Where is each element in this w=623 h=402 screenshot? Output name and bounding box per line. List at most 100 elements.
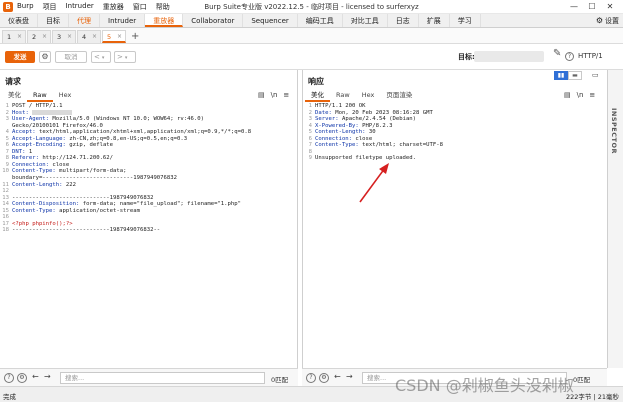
close-icon[interactable]: ✕ <box>601 0 619 14</box>
repeater-tab-label: 1 <box>7 33 12 41</box>
menu-intruder[interactable]: Intruder <box>66 2 94 12</box>
header-value: 222 <box>65 181 76 188</box>
target-label: 目标: <box>458 53 475 61</box>
header-value: application/octet-stream <box>59 207 140 214</box>
menu-repeater[interactable]: 重放器 <box>103 2 124 12</box>
tab-pretty[interactable]: 美化 <box>305 90 330 102</box>
forward-label: > <box>117 53 123 61</box>
tab-collaborator[interactable]: Collaborator <box>183 14 244 27</box>
repeater-tab-5[interactable]: 5 × <box>102 30 126 43</box>
repeater-tab-1[interactable]: 1 × <box>2 30 26 43</box>
tab-extensions[interactable]: 扩展 <box>419 14 450 27</box>
status-text: 完成 <box>3 393 16 401</box>
tool-tabs: 仪表盘 目标 代理 Intruder 重放器 Collaborator Sequ… <box>0 14 623 28</box>
tab-proxy[interactable]: 代理 <box>69 14 100 27</box>
line-number: 18 <box>2 227 9 234</box>
newline-icon[interactable]: \n <box>271 90 278 101</box>
settings-label: 设置 <box>605 17 619 25</box>
tab-target[interactable]: 目标 <box>38 14 69 27</box>
repeater-tab-4[interactable]: 4 × <box>77 30 101 43</box>
annotation-arrow <box>359 163 389 203</box>
tab-render[interactable]: 页面渲染 <box>380 90 418 102</box>
http-version[interactable]: HTTP/1 <box>578 52 603 60</box>
header-value: gzip, deflate <box>69 142 114 149</box>
cancel-button[interactable]: 取消 <box>55 51 87 63</box>
close-tab-icon[interactable]: × <box>92 31 97 43</box>
response-pane: 响应 美化 Raw Hex 页面渲染 ▤ \n ≡ 1 HTTP/1.1 200 … <box>302 70 607 368</box>
arrow-left-icon[interactable]: ← <box>334 372 341 381</box>
settings-button[interactable]: ⚙ 设置 <box>596 14 619 28</box>
repeater-tab-3[interactable]: 3 × <box>52 30 76 43</box>
gear-icon[interactable]: ⚙ <box>319 373 329 383</box>
menu-project[interactable]: 项目 <box>43 2 57 12</box>
match-count: 0匹配 <box>573 376 591 384</box>
inspector-label: INSPECTOR <box>610 108 618 154</box>
code-line: 18 -----------------------------198794907… <box>0 227 297 234</box>
watermark: CSDN @剁椒鱼头没剁椒 <box>395 376 574 395</box>
help-icon[interactable]: ? <box>565 52 574 61</box>
send-button[interactable]: 发送 <box>5 51 35 63</box>
minimize-icon[interactable]: — <box>565 0 583 14</box>
tab-sequencer[interactable]: Sequencer <box>243 14 298 27</box>
arrow-right-icon[interactable]: → <box>346 372 353 381</box>
add-tab-button[interactable]: + <box>131 30 139 43</box>
request-editor[interactable]: 1 POST / HTTP/1.1 2 Host: 3 User-Agent: Mozi… <box>0 103 297 368</box>
arrow-left-icon[interactable]: ← <box>32 372 39 381</box>
menu-icon[interactable]: ≡ <box>589 90 595 101</box>
tab-repeater[interactable]: 重放器 <box>145 14 184 27</box>
tab-hex[interactable]: Hex <box>53 90 78 102</box>
menu-help[interactable]: 帮助 <box>156 2 170 12</box>
close-tab-icon[interactable]: × <box>17 31 22 43</box>
tab-learn[interactable]: 学习 <box>450 14 481 27</box>
target-field[interactable] <box>474 51 544 62</box>
menu-bar: Burp 项目 Intruder 重放器 窗口 帮助 <box>17 2 179 12</box>
close-tab-icon[interactable]: × <box>67 31 72 43</box>
response-editor[interactable]: 1 HTTP/1.1 200 OK 2 Date: Mon, 20 Feb 2023 … <box>303 103 607 368</box>
request-pane: 请求 美化 Raw Hex ▤ \n ≡ 1 POST / HTTP/1.1 2 Ho… <box>0 70 298 368</box>
menu-icon[interactable]: ≡ <box>283 90 289 101</box>
tab-decoder[interactable]: 编码工具 <box>298 14 343 27</box>
header-key: Content-Type: <box>315 142 363 149</box>
line-number: 9 <box>308 155 312 162</box>
close-tab-icon[interactable]: × <box>117 31 122 43</box>
request-title: 请求 <box>5 77 21 86</box>
repeater-tab-2[interactable]: 2 × <box>27 30 51 43</box>
split-horizontal-icon[interactable]: ▮▮ <box>554 71 568 80</box>
wrap-icon[interactable]: ▤ <box>258 90 265 101</box>
tab-raw[interactable]: Raw <box>27 90 53 102</box>
gear-icon: ⚙ <box>595 16 603 25</box>
arrow-right-icon[interactable]: → <box>44 372 51 381</box>
help-icon[interactable]: ? <box>306 373 316 383</box>
back-button[interactable]: < ▾ <box>91 51 111 63</box>
gear-icon[interactable]: ⚙ <box>39 51 51 63</box>
help-icon[interactable]: ? <box>4 373 14 383</box>
layout-toggle: ▮▮ ▬ <box>554 71 582 80</box>
header-key: Content-Type: <box>12 207 60 214</box>
header-value: text/html; charset=UTF-8 <box>362 142 443 149</box>
split-vertical-icon[interactable]: ▬ <box>568 71 582 80</box>
menu-burp[interactable]: Burp <box>17 2 34 12</box>
inspector-panel[interactable]: INSPECTOR <box>607 70 623 368</box>
tab-pretty[interactable]: 美化 <box>2 90 27 102</box>
pencil-icon[interactable]: ✎ <box>553 48 561 59</box>
request-view-tabs: 美化 Raw Hex <box>2 90 77 102</box>
menu-window[interactable]: 窗口 <box>133 2 147 12</box>
maximize-icon[interactable]: ☐ <box>583 0 601 14</box>
single-view-icon[interactable]: ▭ <box>592 71 599 79</box>
tab-comparer[interactable]: 对比工具 <box>343 14 388 27</box>
search-input[interactable]: 搜索... <box>60 372 265 384</box>
tab-intruder[interactable]: Intruder <box>100 14 146 27</box>
header-value: -----------------------------19879490768… <box>12 227 161 234</box>
repeater-tabs: 1 × 2 × 3 × 4 × 5 × + <box>0 28 623 44</box>
tab-raw[interactable]: Raw <box>330 90 356 102</box>
forward-button[interactable]: > ▾ <box>114 51 136 63</box>
close-tab-icon[interactable]: × <box>42 31 47 43</box>
wrap-icon[interactable]: ▤ <box>564 90 571 101</box>
newline-icon[interactable]: \n <box>577 90 584 101</box>
tab-hex[interactable]: Hex <box>356 90 381 102</box>
gear-icon[interactable]: ⚙ <box>17 373 27 383</box>
request-pane-tools: ▤ \n ≡ <box>252 90 289 101</box>
burp-logo-icon: B <box>3 1 13 12</box>
tab-dashboard[interactable]: 仪表盘 <box>0 14 38 27</box>
tab-logger[interactable]: 日志 <box>388 14 419 27</box>
